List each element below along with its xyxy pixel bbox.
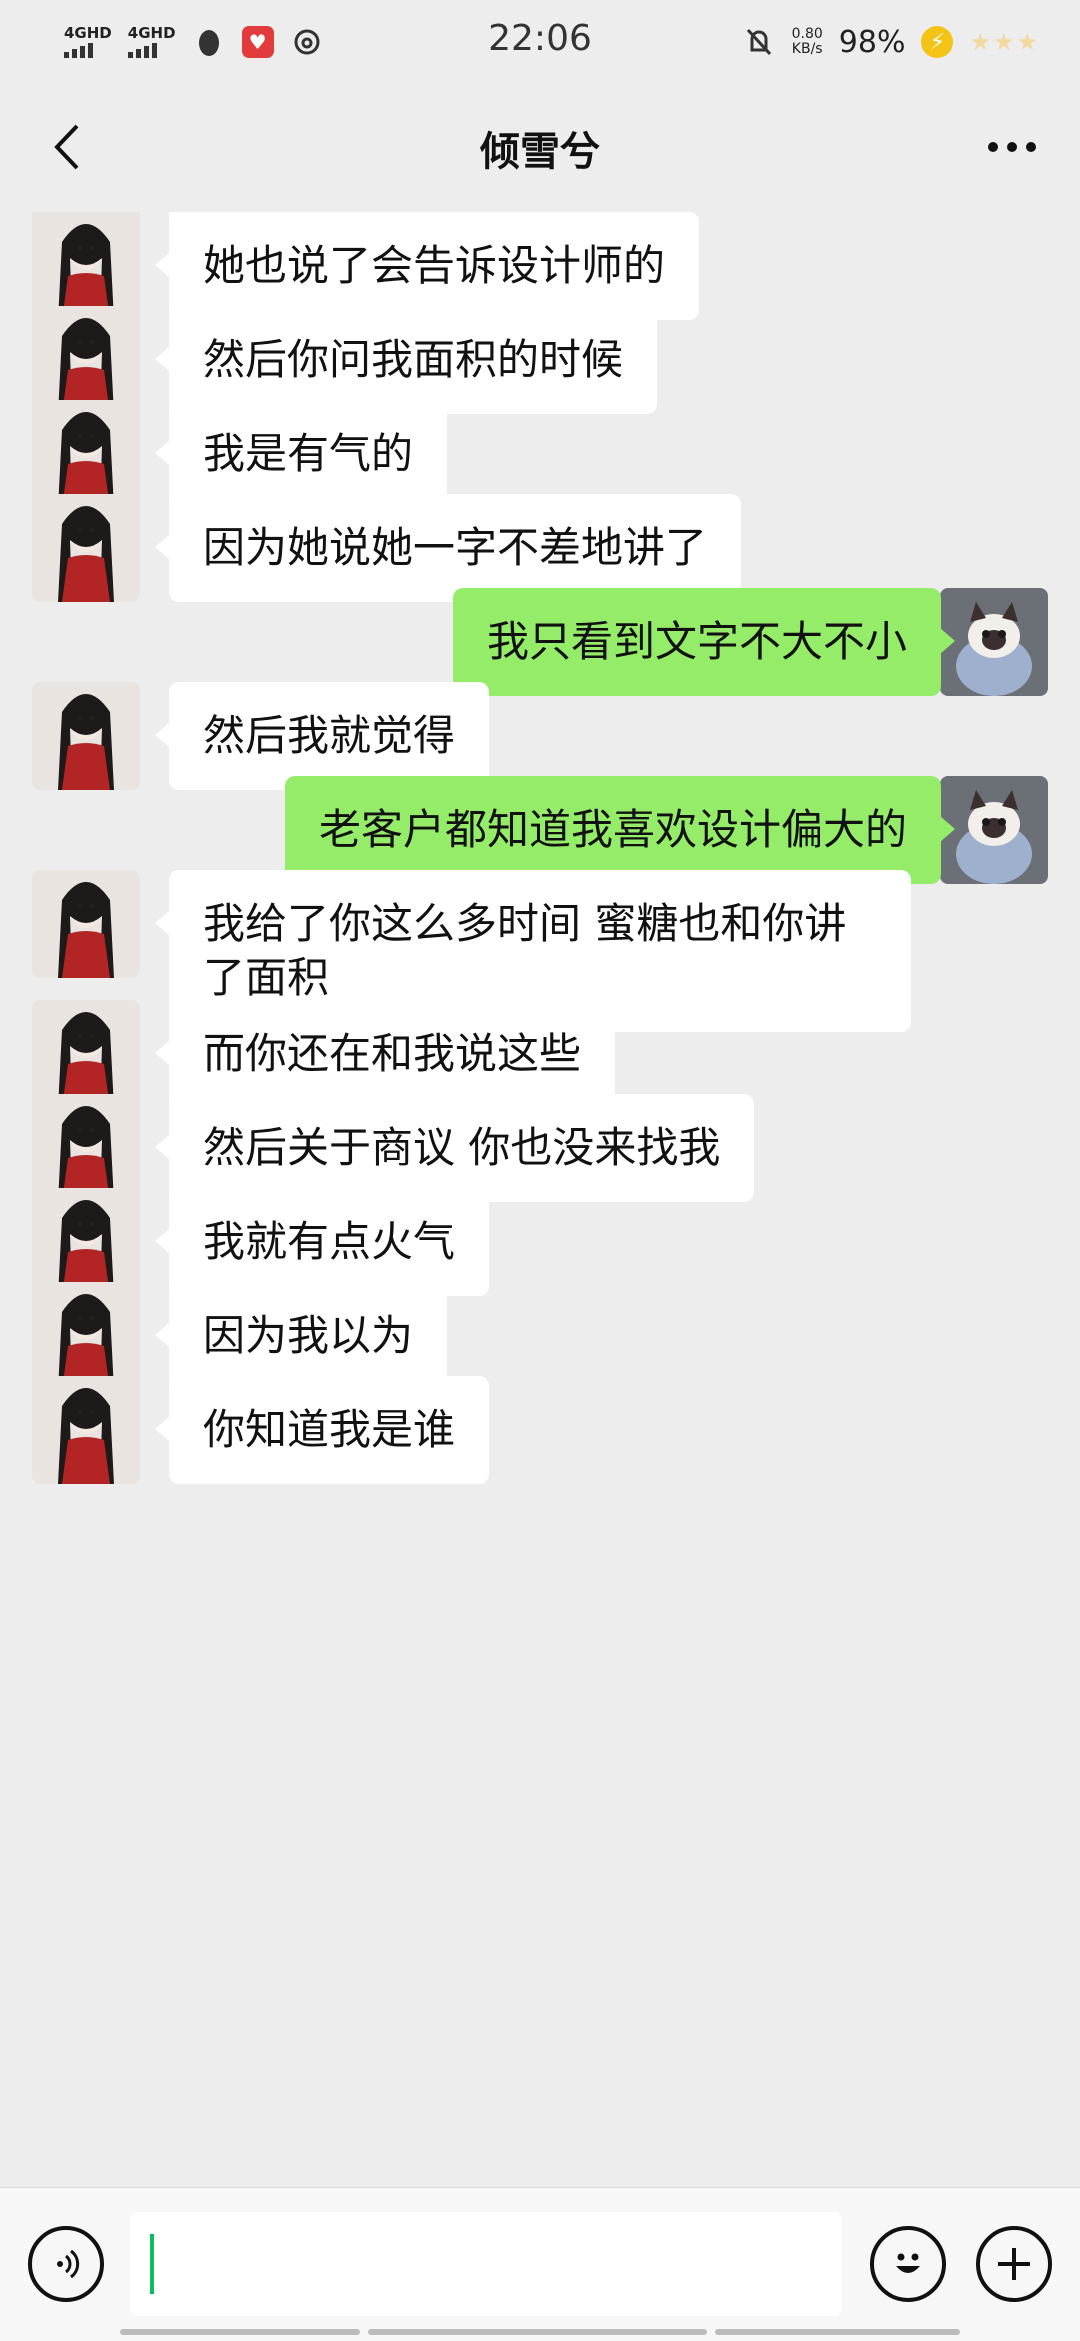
message-bubble[interactable]: 我只看到文字不大不小 [452, 588, 956, 696]
gesture-bar [120, 2329, 960, 2335]
contact-avatar[interactable] [32, 1094, 140, 1202]
clock: 22:06 [488, 18, 592, 59]
message-bubble[interactable]: 然后你问我面积的时候 [154, 306, 658, 414]
incoming-message: 然后关于商议 你也没来找我 [0, 1094, 1080, 1202]
voice-wave-icon [57, 2249, 80, 2279]
message-bubble[interactable]: 然后关于商议 你也没来找我 [154, 1094, 755, 1202]
incoming-message: 我就有点火气 [0, 1188, 1080, 1296]
text-caret [150, 2234, 154, 2294]
incoming-message: 你知道我是谁 [0, 1376, 1080, 1484]
contact-avatar[interactable] [32, 682, 140, 790]
message-bubble[interactable]: 因为她说她一字不差地讲了 [154, 494, 742, 602]
message-bubble[interactable]: 而你还在和我说这些 [154, 1000, 616, 1108]
chat-title: 倾雪兮 [480, 129, 600, 175]
incoming-message: 然后我就觉得 [0, 682, 1080, 790]
contact-avatar[interactable] [32, 212, 140, 320]
outgoing-message: 老客户都知道我喜欢设计偏大的 [0, 776, 1080, 884]
contact-avatar[interactable] [32, 1188, 140, 1296]
incoming-message: 因为我以为 [0, 1282, 1080, 1390]
contact-avatar[interactable] [32, 400, 140, 508]
chevron-left-icon [54, 124, 79, 170]
contact-avatar[interactable] [32, 494, 140, 602]
message-bubble[interactable]: 我是有气的 [154, 400, 448, 508]
incoming-message: 我是有气的 [0, 400, 1080, 508]
outgoing-message: 我只看到文字不大不小 [0, 588, 1080, 696]
my-avatar[interactable] [940, 776, 1048, 884]
input-bar [0, 2187, 1080, 2341]
status-bar: 4GHD 4GHD ♥ 22:06 0.80 KB/s 98% ⚡ ★★★ [0, 0, 1080, 84]
contact-avatar[interactable] [32, 870, 140, 978]
contact-avatar[interactable] [32, 1282, 140, 1390]
plus-icon [998, 2248, 1030, 2280]
my-avatar[interactable] [940, 588, 1048, 696]
message-bubble[interactable]: 因为我以为 [154, 1282, 448, 1390]
incoming-message: 然后你问我面积的时候 [0, 306, 1080, 414]
more-dots-icon [988, 142, 1036, 152]
chat-header: 倾雪兮 [0, 84, 1080, 212]
message-bubble[interactable]: 她也说了会告诉设计师的 [154, 212, 700, 320]
message-list[interactable]: 和她讲了好几遍她也说了会告诉设计师的然后你问我面积的时候我是有气的因为她说她一字… [0, 212, 1080, 2187]
contact-avatar[interactable] [32, 1376, 140, 1484]
incoming-message: 因为她说她一字不差地讲了 [0, 494, 1080, 602]
smiley-icon [896, 2253, 920, 2273]
message-bubble[interactable]: 老客户都知道我喜欢设计偏大的 [284, 776, 956, 884]
contact-avatar[interactable] [32, 306, 140, 414]
more-actions-button[interactable] [976, 2226, 1052, 2302]
incoming-message: 而你还在和我说这些 [0, 1000, 1080, 1108]
incoming-message: 她也说了会告诉设计师的 [0, 212, 1080, 320]
voice-button[interactable] [28, 2226, 104, 2302]
message-bubble[interactable]: 然后我就觉得 [154, 682, 490, 790]
emoji-button[interactable] [870, 2226, 946, 2302]
message-bubble[interactable]: 我就有点火气 [154, 1188, 490, 1296]
message-bubble[interactable]: 你知道我是谁 [154, 1376, 490, 1484]
message-input[interactable] [130, 2212, 842, 2316]
more-button[interactable] [972, 112, 1052, 182]
contact-avatar[interactable] [32, 1000, 140, 1108]
back-button[interactable] [32, 112, 102, 182]
